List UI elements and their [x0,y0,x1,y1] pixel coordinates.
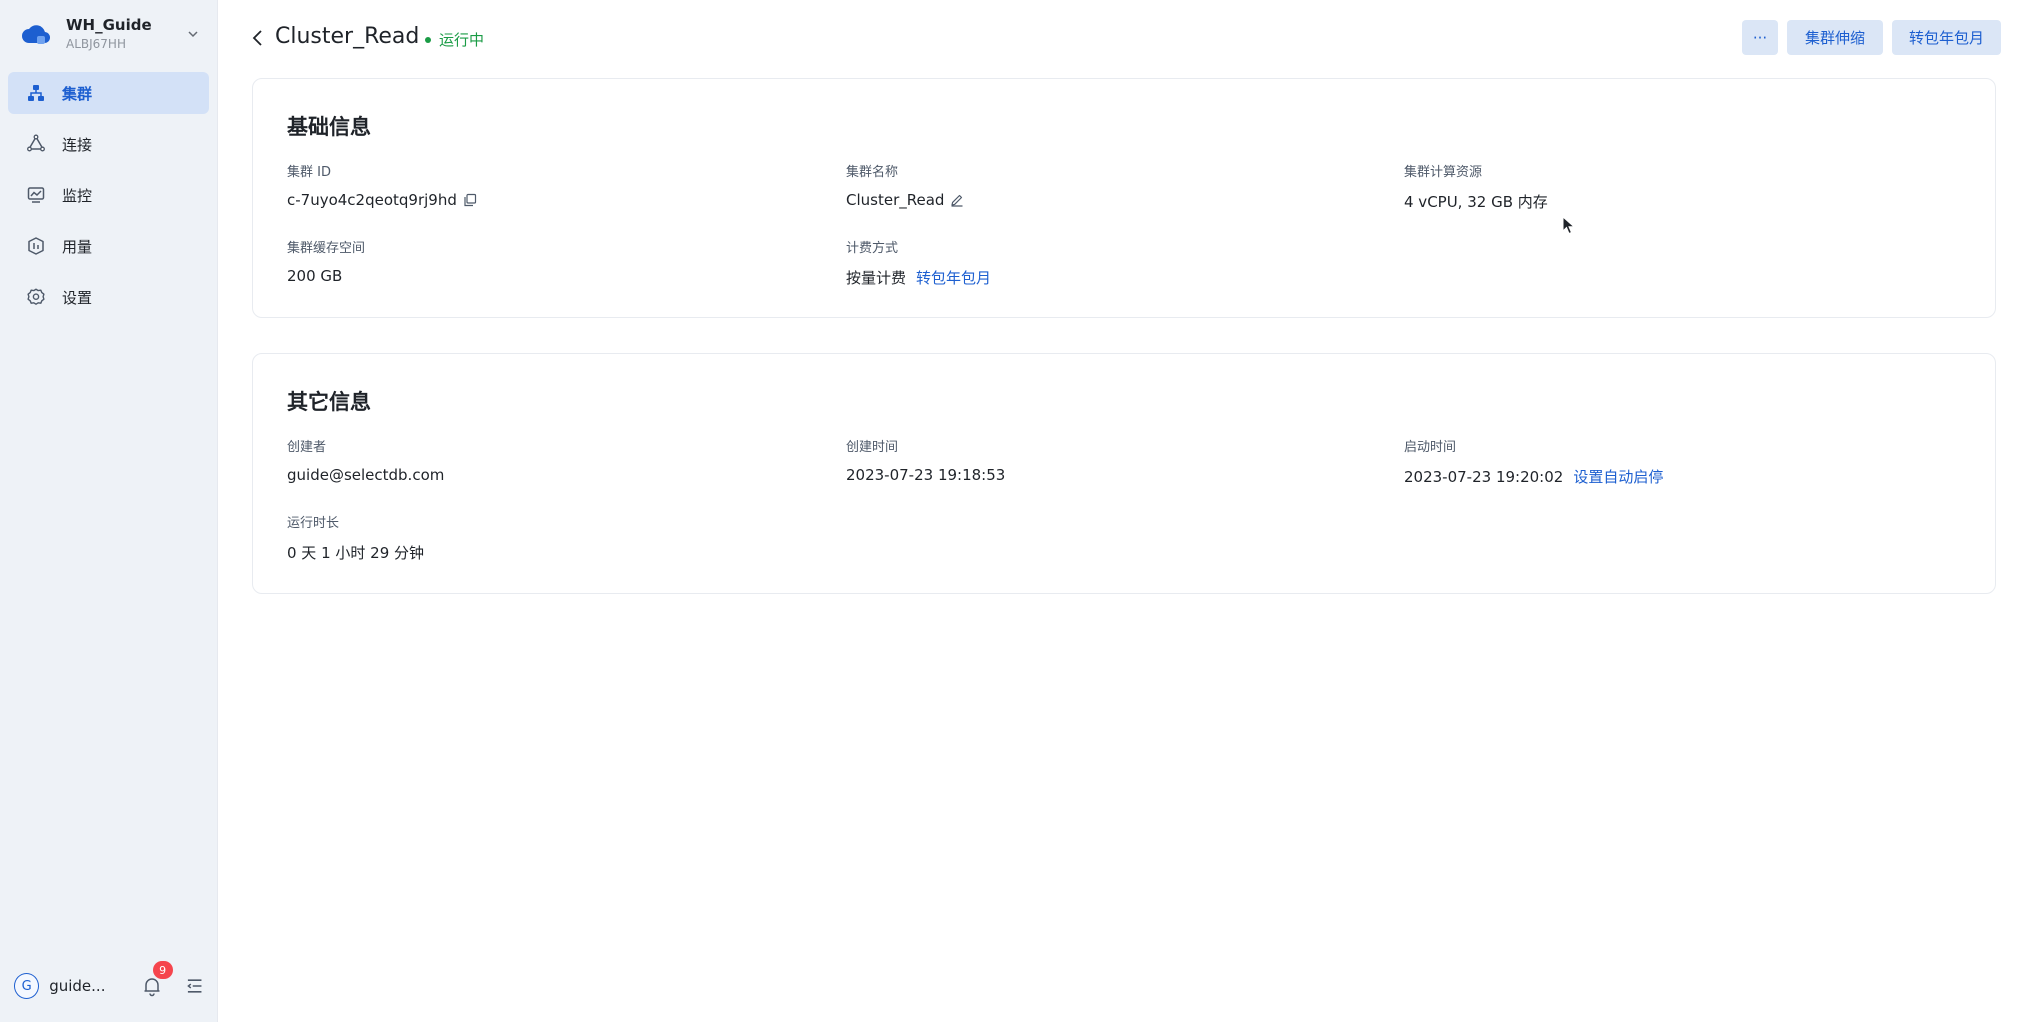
page-header: Cluster_Read 运行中 ··· 集群伸缩 转包年包月 [218,0,2028,76]
creator-value: guide@selectdb.com [287,466,445,484]
notification-button[interactable]: 9 [141,961,173,997]
workspace-code: ALBJ67HH [66,37,126,51]
other-info-card: 其它信息 创建者 guide@selectdb.com 创建时间 2023-07… [252,353,1996,594]
created-time-field: 创建时间 2023-07-23 19:18:53 [846,436,1005,484]
cluster-id-label: 集群 ID [287,165,331,180]
billing-field: 计费方式 按量计费 转包年包月 [846,237,991,288]
cluster-id-field: 集群 ID c-7uyo4c2qeotq9rj9hd [287,161,477,209]
cache-space-label: 集群缓存空间 [287,241,366,256]
workspace-name: WH_Guide [66,16,152,34]
cache-space-value: 200 GB [287,267,343,285]
created-time-value: 2023-07-23 19:18:53 [846,466,1006,484]
auto-start-stop-link[interactable]: 设置自动启停 [1573,466,1663,487]
cluster-scale-button[interactable]: 集群伸缩 [1787,20,1883,55]
runtime-label: 运行时长 [287,516,340,531]
sidebar-item-usage[interactable]: 用量 [8,225,209,267]
sidebar-item-label: 集群 [62,84,93,103]
sidebar-item-label: 监控 [62,186,93,205]
start-time-field: 启动时间 2023-07-23 19:20:02 设置自动启停 [1404,436,1663,487]
monitor-icon [27,187,45,203]
sidebar-item-connect[interactable]: 连接 [8,123,209,165]
usage-icon [28,237,44,255]
page-title: Cluster_Read [275,24,420,49]
start-time-label: 启动时间 [1404,440,1457,455]
edit-icon[interactable] [950,193,964,207]
cluster-id-value: c-7uyo4c2qeotq9rj9hd [287,191,457,209]
notification-badge: 9 [152,961,173,979]
gear-icon [27,288,45,305]
sidebar-item-monitor[interactable]: 监控 [8,174,209,216]
connect-icon [27,134,45,152]
cache-space-field: 集群缓存空间 200 GB [287,237,365,285]
sidebar-footer: G guide... 9 [14,961,204,1004]
mouse-cursor-icon [1562,216,1576,235]
billing-value: 按量计费 [846,269,907,287]
sidebar-item-settings[interactable]: 设置 [8,276,209,318]
creator-field: 创建者 guide@selectdb.com [287,436,444,484]
sidebar-item-label: 连接 [62,135,93,154]
back-arrow-icon[interactable] [250,28,266,48]
sidebar-nav: 集群 连接 监控 用量 设置 [8,72,209,327]
sidebar-item-label: 用量 [62,237,93,256]
cluster-icon [28,85,44,101]
cluster-name-field: 集群名称 Cluster_Read [846,161,964,209]
user-name[interactable]: guide... [49,977,126,995]
convert-monthly-link[interactable]: 转包年包月 [916,267,991,288]
sidebar-item-label: 设置 [62,288,93,307]
status-dot [425,36,431,43]
other-info-title: 其它信息 [287,390,371,414]
sidebar-item-cluster[interactable]: 集群 [8,72,209,114]
sidebar: WH_Guide ALBJ67HH 集群 连接 监控 用量 设置 G guide… [0,0,218,1022]
more-button[interactable]: ··· [1742,20,1778,55]
billing-label: 计费方式 [846,241,899,256]
chevron-down-icon[interactable] [186,27,200,41]
cloud-logo-icon [22,25,50,44]
compute-resource-label: 集群计算资源 [1404,165,1483,180]
workspace-switcher[interactable]: WH_Guide ALBJ67HH [20,14,200,54]
created-time-label: 创建时间 [846,440,899,455]
compute-resource-field: 集群计算资源 4 vCPU, 32 GB 内存 [1404,161,1548,212]
cluster-name-label: 集群名称 [846,165,899,180]
runtime-field: 运行时长 0 天 1 小时 29 分钟 [287,512,424,563]
collapse-sidebar-icon[interactable] [185,976,204,996]
runtime-value: 0 天 1 小时 29 分钟 [287,544,425,562]
convert-monthly-button[interactable]: 转包年包月 [1892,20,2001,55]
basic-info-title: 基础信息 [287,115,371,139]
creator-label: 创建者 [287,440,327,455]
basic-info-card: 基础信息 集群 ID c-7uyo4c2qeotq9rj9hd 集群名称 Clu… [252,78,1996,318]
avatar[interactable]: G [14,973,40,999]
copy-icon[interactable] [463,193,477,207]
start-time-value: 2023-07-23 19:20:02 [1404,467,1564,486]
status-text: 运行中 [439,31,485,49]
compute-resource-value: 4 vCPU, 32 GB 内存 [1404,193,1548,211]
cluster-name-value: Cluster_Read [846,191,945,209]
status-badge: 运行中 [425,29,484,50]
